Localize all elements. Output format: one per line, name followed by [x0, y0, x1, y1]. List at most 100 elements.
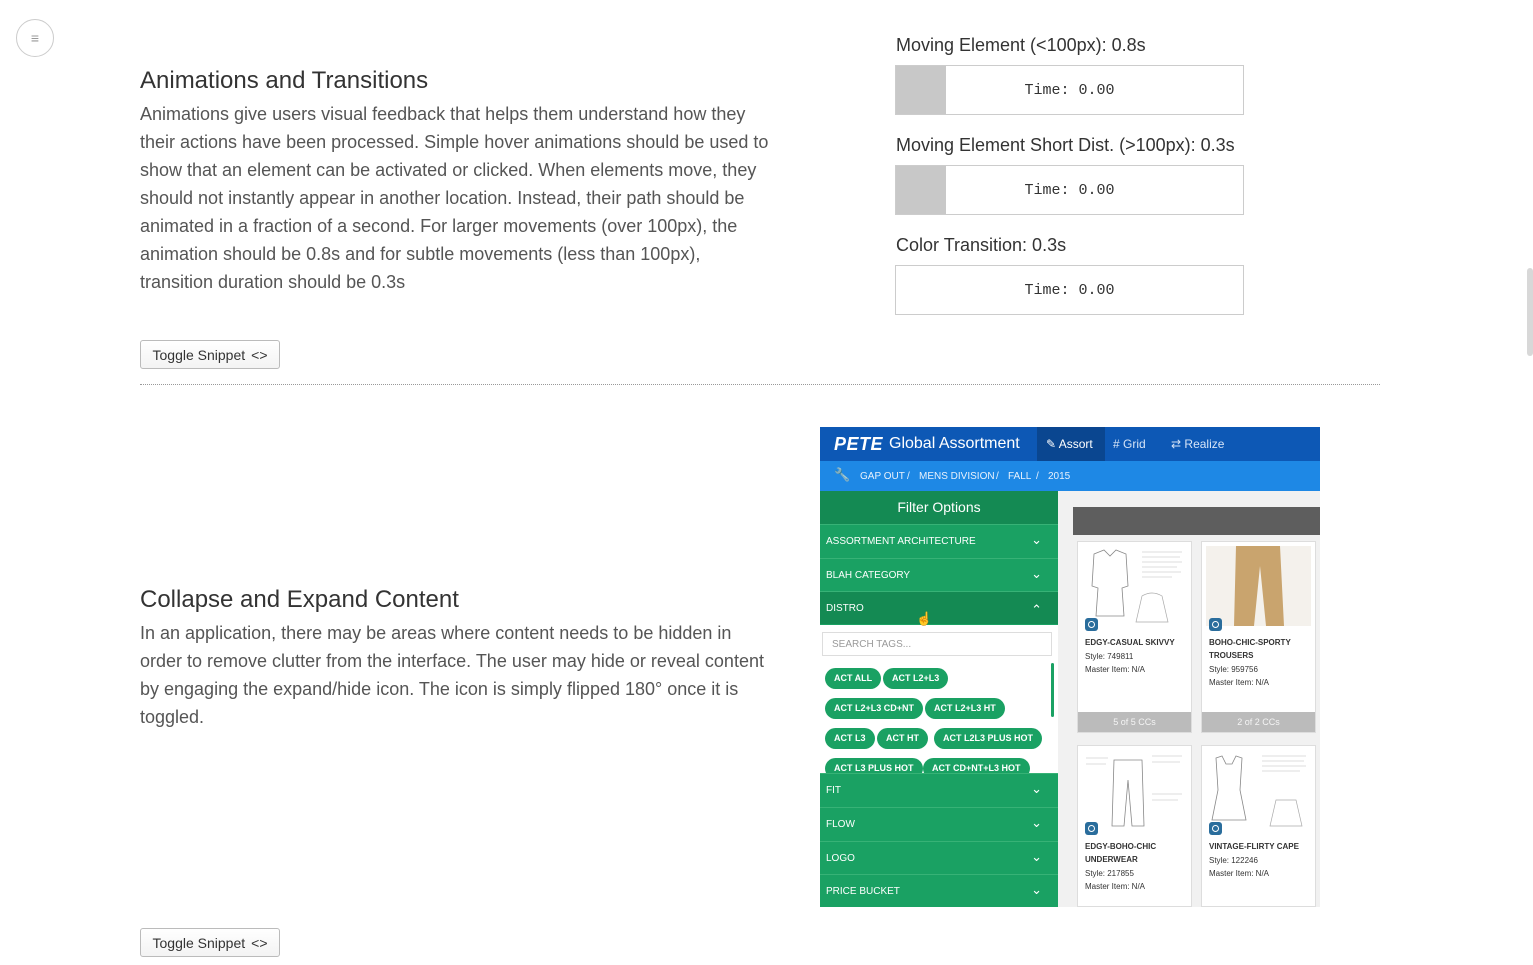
grid-header-bar — [1073, 507, 1320, 535]
hamburger-icon: ≡ — [30, 30, 40, 46]
chevron-down-icon: ⌄ — [1031, 532, 1042, 547]
tag-chip[interactable]: ACT L2+L3 — [883, 668, 949, 689]
filter-row[interactable]: LOGO ⌄ — [820, 841, 1058, 874]
tag-chip[interactable]: ACT L3 — [825, 728, 875, 749]
filter-row[interactable]: ASSORTMENT ARCHITECTURE ⌄ — [820, 524, 1058, 557]
product-style: Style: 959756 — [1209, 665, 1258, 674]
animation-demo-box[interactable]: Time: 0.00 — [895, 165, 1244, 215]
grid-icon: # — [1113, 437, 1120, 451]
product-style: Style: 122246 — [1209, 856, 1258, 865]
section-body-animations: Animations give users visual feedback th… — [140, 104, 769, 292]
color-transition-demo-box[interactable]: Time: 0.00 — [895, 265, 1244, 315]
menu-button[interactable]: ≡ — [16, 19, 54, 57]
tag-chip[interactable]: ACT L2+L3 HT — [925, 698, 1005, 719]
tags-panel: SEARCH TAGS... ACT ALL ACT L2+L3 ACT L2+… — [820, 625, 1058, 779]
app-screenshot: PETE Global Assortment ✎ Assort # Grid ⇄… — [820, 427, 1320, 907]
search-tags-input[interactable]: SEARCH TAGS... — [822, 632, 1052, 656]
filter-row[interactable]: BLAH CATEGORY ⌄ — [820, 558, 1058, 591]
target-icon[interactable] — [1209, 618, 1222, 631]
app-logo: PETE — [834, 434, 884, 454]
product-name: EDGY-BOHO-CHIC UNDERWEAR — [1085, 842, 1157, 864]
chevron-down-icon: ⌄ — [1031, 882, 1042, 897]
product-master-item: Master Item: N/A — [1085, 665, 1146, 674]
product-name: BOHO-CHIC-SPORTY TROUSERS — [1209, 638, 1291, 660]
product-card[interactable]: BOHO-CHIC-SPORTY TROUSERS Style: 959756 … — [1201, 541, 1316, 733]
demo-label: Moving Element Short Dist. (>100px): 0.3… — [896, 135, 1235, 155]
breadcrumb-item[interactable]: 2015 — [1048, 471, 1070, 482]
product-master-item: Master Item: N/A — [1085, 882, 1146, 891]
demo-time: Time: 0.00 — [1024, 182, 1115, 199]
tag-chip[interactable]: ACT L2+L3 CD+NT — [825, 698, 924, 719]
product-grid: EDGY-CASUAL SKIVVY Style: 749811 Master … — [1058, 491, 1320, 907]
product-master-item: Master Item: N/A — [1209, 678, 1270, 687]
product-card[interactable]: EDGY-CASUAL SKIVVY Style: 749811 Master … — [1077, 541, 1192, 733]
product-sketch-image — [1091, 549, 1182, 623]
nav-label: Grid — [1123, 437, 1146, 451]
filter-row[interactable]: PRICE BUCKET ⌄ — [820, 874, 1058, 907]
chevron-down-icon: ⌄ — [1031, 781, 1042, 796]
product-photo-image — [1206, 546, 1311, 626]
scrollbar-thumb[interactable] — [1527, 268, 1533, 356]
breadcrumb-item[interactable]: FALL — [1008, 471, 1031, 482]
code-icon: <> — [251, 934, 268, 951]
product-name: EDGY-CASUAL SKIVVY — [1085, 638, 1175, 647]
section-title-collapse: Collapse and Expand Content — [140, 586, 459, 613]
tag-chip[interactable]: ACT HT — [877, 728, 928, 749]
toggle-snippet-label: Toggle Snippet — [152, 346, 246, 363]
filter-label: FLOW — [826, 819, 855, 830]
product-card[interactable]: EDGY-BOHO-CHIC UNDERWEAR Style: 217855 M… — [1077, 745, 1192, 907]
tags-scrollbar[interactable] — [1051, 663, 1054, 717]
product-sketch-image — [1211, 755, 1306, 827]
pin-icon: ✎ — [1046, 437, 1057, 451]
breadcrumb-item[interactable]: GAP OUT — [860, 471, 905, 482]
nav-label: Assort — [1058, 437, 1093, 451]
mouse-cursor-icon: ☝ — [916, 611, 933, 626]
filter-label: BLAH CATEGORY — [826, 570, 911, 581]
breadcrumb-separator: / — [996, 471, 999, 482]
target-icon[interactable] — [1209, 822, 1222, 835]
swap-icon: ⇄ — [1171, 437, 1182, 451]
product-style: Style: 217855 — [1085, 869, 1134, 878]
product-card[interactable]: VINTAGE-FLIRTY CAPE Style: 122246 Master… — [1201, 745, 1316, 907]
animation-demo-box[interactable]: Time: 0.00 — [895, 65, 1244, 115]
nav-realize[interactable]: ⇄ Realize — [1171, 437, 1224, 451]
filter-label: LOGO — [826, 853, 855, 864]
section-title-animations: Animations and Transitions — [140, 67, 429, 94]
filter-label: DISTRO — [826, 603, 864, 614]
product-style: Style: 749811 — [1085, 652, 1134, 661]
breadcrumb-item[interactable]: MENS DIVISION — [919, 471, 995, 482]
product-name: VINTAGE-FLIRTY CAPE — [1209, 842, 1299, 851]
chevron-down-icon: ⌄ — [1031, 849, 1042, 864]
filter-panel: Filter Options ASSORTMENT ARCHITECTURE ⌄ … — [820, 491, 1058, 907]
wrench-icon: 🔧 — [834, 467, 851, 482]
filter-row[interactable]: FLOW ⌄ — [820, 807, 1058, 840]
target-icon[interactable] — [1085, 822, 1098, 835]
demo-time: Time: 0.00 — [1024, 282, 1115, 299]
cc-count-bar[interactable]: 2 of 2 CCs — [1202, 712, 1315, 732]
nav-grid[interactable]: # Grid — [1113, 437, 1146, 451]
toggle-snippet-button[interactable]: Toggle Snippet <> — [140, 340, 280, 369]
filter-row-expanded[interactable]: DISTRO ⌃ — [820, 591, 1058, 624]
product-master-item: Master Item: N/A — [1209, 869, 1270, 878]
section-divider — [140, 384, 1380, 385]
chevron-down-icon: ⌄ — [1031, 566, 1042, 581]
breadcrumb-separator: / — [1036, 471, 1039, 482]
section-body-collapse: In an application, there may be areas wh… — [140, 623, 764, 727]
target-icon[interactable] — [1085, 618, 1098, 631]
breadcrumb-separator: / — [907, 471, 910, 482]
tag-chip[interactable]: ACT L2L3 PLUS HOT — [934, 728, 1043, 749]
product-sketch-image — [1086, 755, 1182, 827]
filter-label: ASSORTMENT ARCHITECTURE — [826, 536, 976, 547]
app-header: PETE Global Assortment ✎ Assort # Grid ⇄… — [820, 427, 1320, 461]
filter-label: PRICE BUCKET — [826, 886, 900, 897]
breadcrumb: 🔧 GAP OUT / MENS DIVISION / FALL / 2015 — [820, 461, 1320, 491]
toggle-snippet-label: Toggle Snippet — [152, 934, 246, 951]
demo-label: Color Transition: 0.3s — [896, 235, 1067, 255]
chevron-down-icon: ⌄ — [1031, 815, 1042, 830]
filter-row[interactable]: FIT ⌄ — [820, 773, 1058, 806]
chevron-up-icon: ⌃ — [1031, 602, 1042, 617]
cc-count-bar[interactable]: 5 of 5 CCs — [1078, 712, 1191, 732]
toggle-snippet-button[interactable]: Toggle Snippet <> — [140, 928, 280, 957]
nav-assort[interactable]: ✎ Assort — [1046, 437, 1093, 451]
tag-chip[interactable]: ACT ALL — [825, 668, 882, 689]
